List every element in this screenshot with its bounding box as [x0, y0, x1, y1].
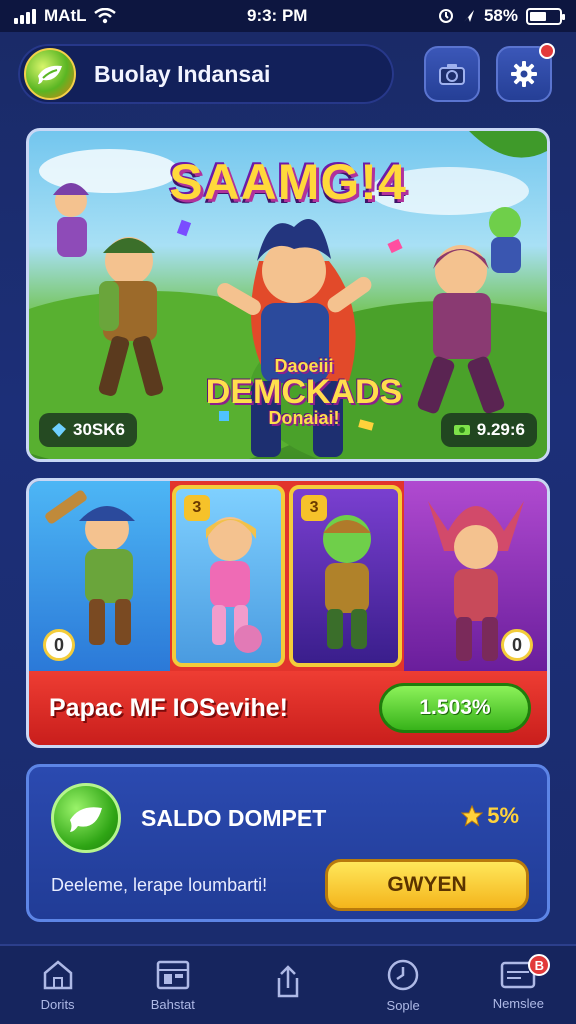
- hero-banner[interactable]: SAAMG!4 Daoeiii DEMCKADS Donaiai! 30SK6 …: [26, 128, 550, 462]
- gem-counter-chip: 30SK6: [39, 413, 137, 447]
- nav-label: Dorits: [40, 996, 75, 1012]
- notification-dot: [539, 43, 555, 59]
- share-icon: [277, 965, 299, 998]
- profile-pill[interactable]: Buolay Indansai: [18, 44, 394, 104]
- gem-icon: [52, 423, 66, 437]
- character-card-orc[interactable]: 3: [289, 485, 403, 667]
- promo-text: Papac MF IOSevihe!: [49, 693, 288, 722]
- wallet-leaf-icon: [51, 783, 121, 853]
- carrier-label: MAtL: [44, 6, 87, 25]
- gear-icon: [511, 61, 537, 87]
- location-icon: [463, 10, 474, 22]
- clock-label: 9:3: PM: [246, 6, 308, 25]
- wallet-bonus-value: 5%: [487, 803, 519, 828]
- nav-item-share[interactable]: [238, 950, 338, 1020]
- card-level-badge: 3: [183, 495, 210, 521]
- camera-icon: [439, 64, 465, 85]
- clock-icon: [387, 959, 419, 990]
- app-title: Buolay Indansai: [94, 60, 271, 87]
- wallet-description: Deeleme, lerape loumbarti!: [51, 875, 268, 895]
- character-cards-promo: 0 3 3 0 Papac MF IOSevihe! 1.503%: [26, 478, 550, 748]
- cash-icon: [453, 425, 470, 435]
- star-icon: [461, 805, 484, 827]
- leaf-logo-icon: [24, 48, 76, 100]
- card-number-badge: 0: [43, 629, 75, 661]
- wallet-action-button[interactable]: GWYEN: [325, 859, 529, 911]
- card-level-badge: 3: [301, 495, 328, 521]
- status-bar: MAtL 9:3: PM 58%: [0, 0, 576, 32]
- wallet-balance-card: SALDO DOMPET 5% Deeleme, lerape loumbart…: [26, 764, 550, 922]
- character-card-girl[interactable]: 3: [171, 485, 286, 667]
- promo-banner: Papac MF IOSevihe! 1.503%: [29, 671, 547, 745]
- hero-title: SAAMG!4: [169, 154, 407, 210]
- battery-icon: [525, 7, 565, 25]
- camera-button[interactable]: [424, 46, 480, 102]
- nav-label: Bahstat: [150, 996, 195, 1012]
- hero-subtitle-bottom: Donaiai!: [268, 408, 340, 428]
- gem-counter-value: 30SK6: [73, 420, 125, 439]
- character-card-row: 0 3 3 0: [29, 481, 547, 671]
- inbox-badge: B: [528, 954, 551, 976]
- settings-button[interactable]: [496, 43, 555, 102]
- nav-item-inbox[interactable]: Nemslee B: [468, 950, 568, 1020]
- nav-item-clock[interactable]: Sople: [353, 950, 453, 1020]
- character-card-elf[interactable]: 0: [404, 481, 547, 671]
- character-card-cowboy[interactable]: 0: [29, 481, 170, 671]
- nav-item-store[interactable]: Bahstat: [123, 950, 223, 1020]
- hero-subtitle: Daoeiii DEMCKADS Donaiai!: [199, 357, 409, 427]
- nav-label: Nemslee: [492, 995, 544, 1011]
- right-small-character: [489, 207, 521, 273]
- app-header: Buolay Indansai: [0, 32, 576, 116]
- store-icon: [156, 960, 190, 989]
- alarm-icon: [438, 9, 453, 23]
- nav-item-home[interactable]: Dorits: [8, 950, 108, 1020]
- wallet-bonus: 5%: [461, 803, 519, 829]
- hero-subtitle-main: DEMCKADS: [205, 373, 403, 411]
- promo-claim-button[interactable]: 1.503%: [379, 683, 531, 733]
- home-icon: [43, 959, 72, 989]
- signal-icon: [14, 8, 36, 24]
- cash-counter-chip: 9.29:6: [440, 413, 537, 447]
- wifi-icon: [94, 8, 117, 24]
- wallet-title: SALDO DOMPET: [141, 805, 327, 831]
- card-number-badge: 0: [501, 629, 534, 661]
- battery-percent: 58%: [483, 6, 518, 25]
- bottom-navigation: Dorits Bahstat Sople Nemslee B: [0, 944, 576, 1024]
- nav-label: Sople: [386, 997, 420, 1013]
- cash-counter-value: 9.29:6: [476, 420, 525, 439]
